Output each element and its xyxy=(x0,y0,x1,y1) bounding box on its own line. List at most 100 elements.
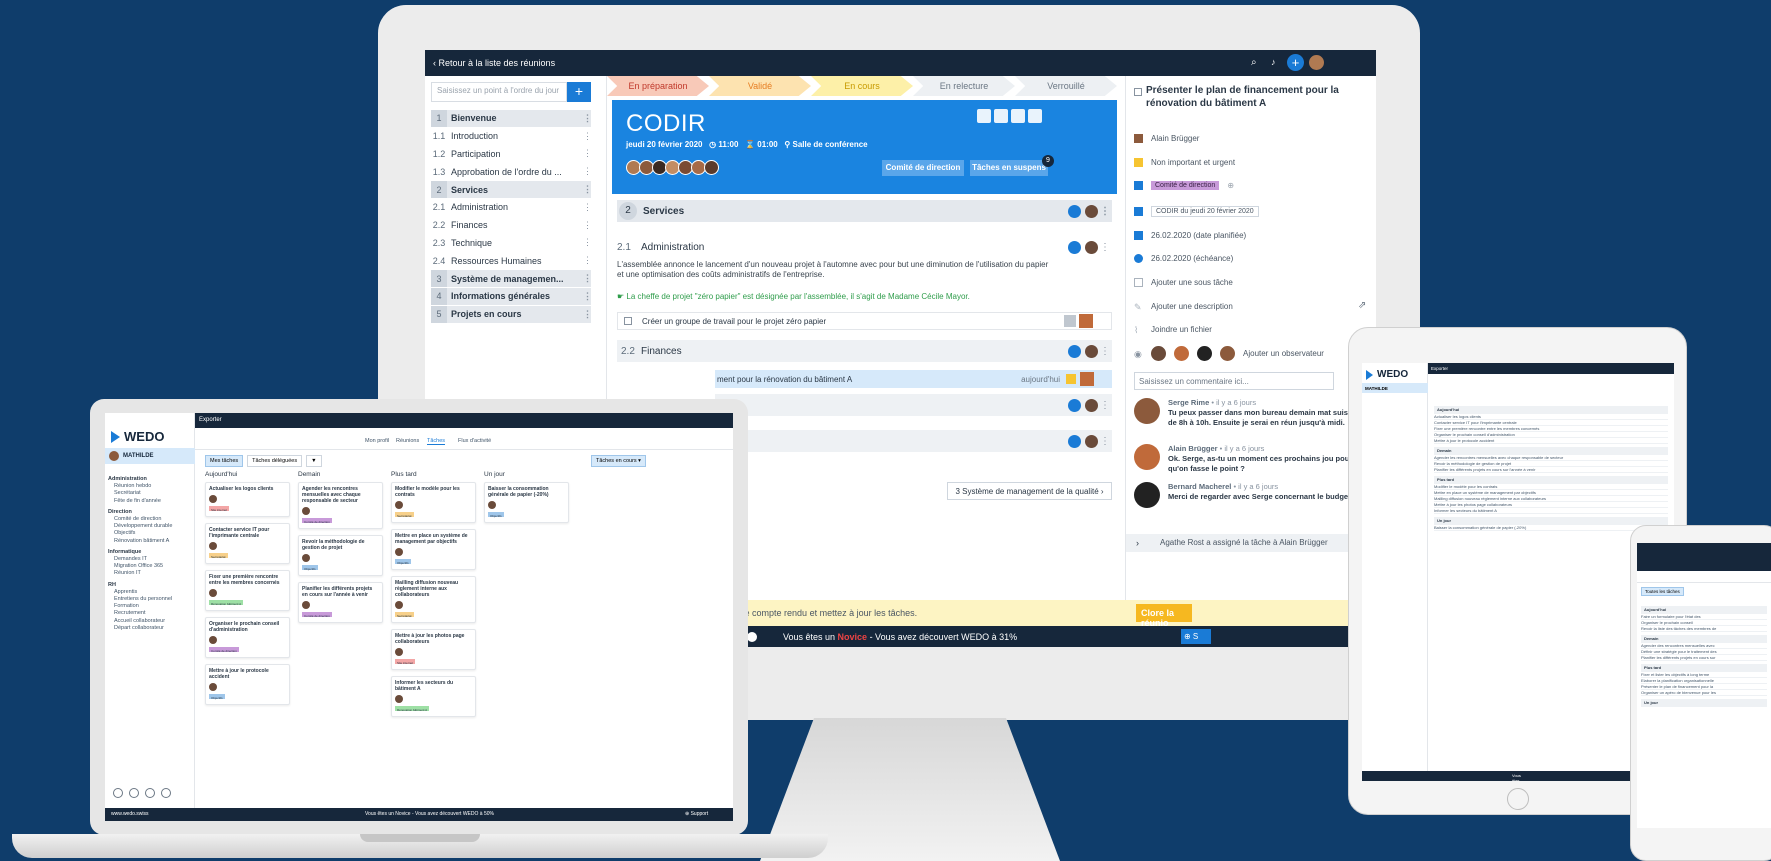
avatar[interactable] xyxy=(1085,204,1098,218)
trash-icon[interactable] xyxy=(129,788,139,798)
more-icon[interactable]: ⋮ xyxy=(1098,436,1112,447)
avatar[interactable] xyxy=(209,683,217,691)
agenda-item[interactable]: 3 Système de managemen... ⋮ xyxy=(431,270,592,288)
section-row[interactable]: es ⋮ xyxy=(715,430,1112,452)
more-icon[interactable]: ⋮ xyxy=(583,220,592,231)
avatar[interactable] xyxy=(1197,346,1212,361)
avatar[interactable] xyxy=(1085,434,1098,448)
add-subtask[interactable]: Ajouter une sous tâche xyxy=(1134,278,1233,287)
task-row[interactable]: Revoir la liste des tâches des membres d… xyxy=(1641,626,1767,632)
agenda-item[interactable]: 1 Bienvenue ⋮ xyxy=(431,110,592,128)
avatar[interactable] xyxy=(395,695,403,703)
agenda-item[interactable]: 2.1 Administration ⋮ xyxy=(431,199,592,217)
comment-input[interactable]: Saisissez un commentaire ici... xyxy=(1134,372,1334,390)
add-icon[interactable] xyxy=(1068,434,1081,448)
add-description[interactable]: ✎ Ajouter une description xyxy=(1134,302,1233,312)
avatar[interactable] xyxy=(395,548,403,556)
user-icon[interactable] xyxy=(145,788,155,798)
avatar[interactable] xyxy=(1309,55,1324,70)
add-icon[interactable] xyxy=(1068,344,1081,358)
add-icon[interactable]: + xyxy=(1287,54,1304,71)
nav-item[interactable]: Formation xyxy=(108,603,193,610)
add-observer[interactable]: ◉ Ajouter un observateur xyxy=(1134,346,1324,361)
nav-item[interactable]: Objectifs xyxy=(108,530,193,537)
agenda-item[interactable]: 1.3 Approbation de l'ordre du ... ⋮ xyxy=(431,163,592,182)
search-icon[interactable]: ⌕ xyxy=(1251,57,1257,68)
status-step[interactable]: En relecture xyxy=(913,76,1015,96)
task-checkbox[interactable] xyxy=(624,317,632,325)
user-bar[interactable]: MATHILDE xyxy=(1362,383,1428,393)
nav-group-heading[interactable]: Administration xyxy=(108,476,193,483)
agenda-item[interactable]: 5 Projets en cours ⋮ xyxy=(431,305,592,324)
task-card[interactable]: Agender les rencontres mensuelles avec c… xyxy=(298,482,383,529)
avatar[interactable] xyxy=(1085,240,1098,254)
task-owner[interactable]: Alain Brügger xyxy=(1134,134,1199,143)
task-row[interactable]: Informer les secteurs du bâtiment A xyxy=(1434,508,1668,514)
nav-item[interactable]: Accueil collaborateur xyxy=(108,618,193,625)
avatar[interactable] xyxy=(395,648,403,656)
avatar[interactable] xyxy=(209,636,217,644)
task-card[interactable]: Mettre à jour les photos page collaborat… xyxy=(391,629,476,670)
nav-item[interactable]: Migration Office 365 xyxy=(108,563,193,570)
filter-all-tasks[interactable]: Toutes les tâches xyxy=(1641,587,1684,596)
more-icon[interactable]: ⋮ xyxy=(583,131,592,142)
task-card[interactable]: Baisser la consommation générale de papi… xyxy=(484,482,569,523)
more-icon[interactable]: ⋮ xyxy=(583,309,592,320)
nav-item[interactable]: Demandes IT xyxy=(108,556,193,563)
more-icon[interactable]: ⋮ xyxy=(583,148,592,159)
section-row[interactable]: ⋮ xyxy=(715,394,1112,416)
nav-item[interactable]: Secrétariat xyxy=(108,490,193,497)
task-card[interactable]: Mailling diffusion nouveau règlement int… xyxy=(391,576,476,623)
task-card[interactable]: Revoir la méthodologie de gestion de pro… xyxy=(298,535,383,576)
avatar[interactable] xyxy=(302,507,310,515)
add-agenda-button[interactable]: + xyxy=(567,82,591,102)
nav-item[interactable]: Entretiens du personnel xyxy=(108,596,193,603)
section-services[interactable]: 2 Services ⋮ xyxy=(617,200,1112,222)
filter-my-tasks[interactable]: Mes tâches xyxy=(205,455,244,467)
nav-group-heading[interactable]: RH xyxy=(108,582,193,589)
avatar[interactable] xyxy=(209,495,217,503)
agenda-item[interactable]: 2.2 Finances ⋮ xyxy=(431,217,592,235)
agenda-item[interactable]: 4 Informations générales ⋮ xyxy=(431,287,592,306)
nav-item[interactable]: Rénovation bâtiment A xyxy=(108,538,193,545)
section-finances[interactable]: 2.2 Finances ⋮ xyxy=(617,340,1112,362)
grid-icon[interactable] xyxy=(161,788,171,798)
nav-item[interactable]: Recrutement xyxy=(108,610,193,617)
export-link[interactable]: Exporter xyxy=(199,417,222,423)
task-priority[interactable]: Non important et urgent xyxy=(1134,158,1235,167)
task-row[interactable]: Planifier les différents projets en cour… xyxy=(1434,467,1668,473)
task-workspace[interactable]: Comité de direction ⊕ xyxy=(1134,181,1234,190)
nav-item[interactable]: Réunion IT xyxy=(108,570,193,577)
back-link[interactable]: ‹ Retour à la liste des réunions xyxy=(433,58,555,68)
status-step[interactable]: Verrouillé xyxy=(1015,76,1117,96)
task-row[interactable]: Planifier les différents projets en cour… xyxy=(1641,655,1767,661)
more-icon[interactable]: ⋮ xyxy=(1098,400,1112,411)
agenda-item[interactable]: 1.1 Introduction ⋮ xyxy=(431,128,592,146)
more-icon[interactable] xyxy=(1028,109,1042,123)
mail-icon[interactable] xyxy=(977,109,991,123)
task-card[interactable]: Modifier le modèle pour les contrats Secr… xyxy=(391,482,476,523)
avatar[interactable] xyxy=(704,160,719,175)
filter-status[interactable]: Tâches en cours ▾ xyxy=(591,455,646,467)
task-meeting[interactable]: CODIR du jeudi 20 février 2020 xyxy=(1134,206,1259,217)
nav-item[interactable]: Réunion hebdo xyxy=(108,483,193,490)
more-icon[interactable]: ⋮ xyxy=(1098,346,1112,357)
task-row[interactable]: Mettre à jour le protocole accident xyxy=(1434,438,1668,444)
avatar[interactable] xyxy=(488,501,496,509)
status-step[interactable]: En préparation xyxy=(607,76,709,96)
more-icon[interactable]: ⋮ xyxy=(583,202,592,213)
tab-item[interactable]: Réunions xyxy=(396,438,419,444)
avatar[interactable] xyxy=(302,554,310,562)
section-administration[interactable]: 2.1 Administration ⋮ xyxy=(617,236,1112,258)
pending-tasks-tag[interactable]: Tâches en suspens xyxy=(970,160,1048,176)
more-icon[interactable]: ⋮ xyxy=(583,166,592,177)
add-icon[interactable] xyxy=(1068,204,1081,218)
site-link[interactable]: www.wedo.swiss xyxy=(111,811,149,817)
nav-group-heading[interactable]: Direction xyxy=(108,509,193,516)
tab-item[interactable]: Flux d'activité xyxy=(458,438,491,444)
add-icon[interactable] xyxy=(1068,240,1081,254)
document-icon[interactable] xyxy=(1011,109,1025,123)
tab-item[interactable]: Mon profil xyxy=(365,438,389,444)
nav-item[interactable]: Apprentis xyxy=(108,589,193,596)
more-icon[interactable]: ⋮ xyxy=(583,291,592,302)
